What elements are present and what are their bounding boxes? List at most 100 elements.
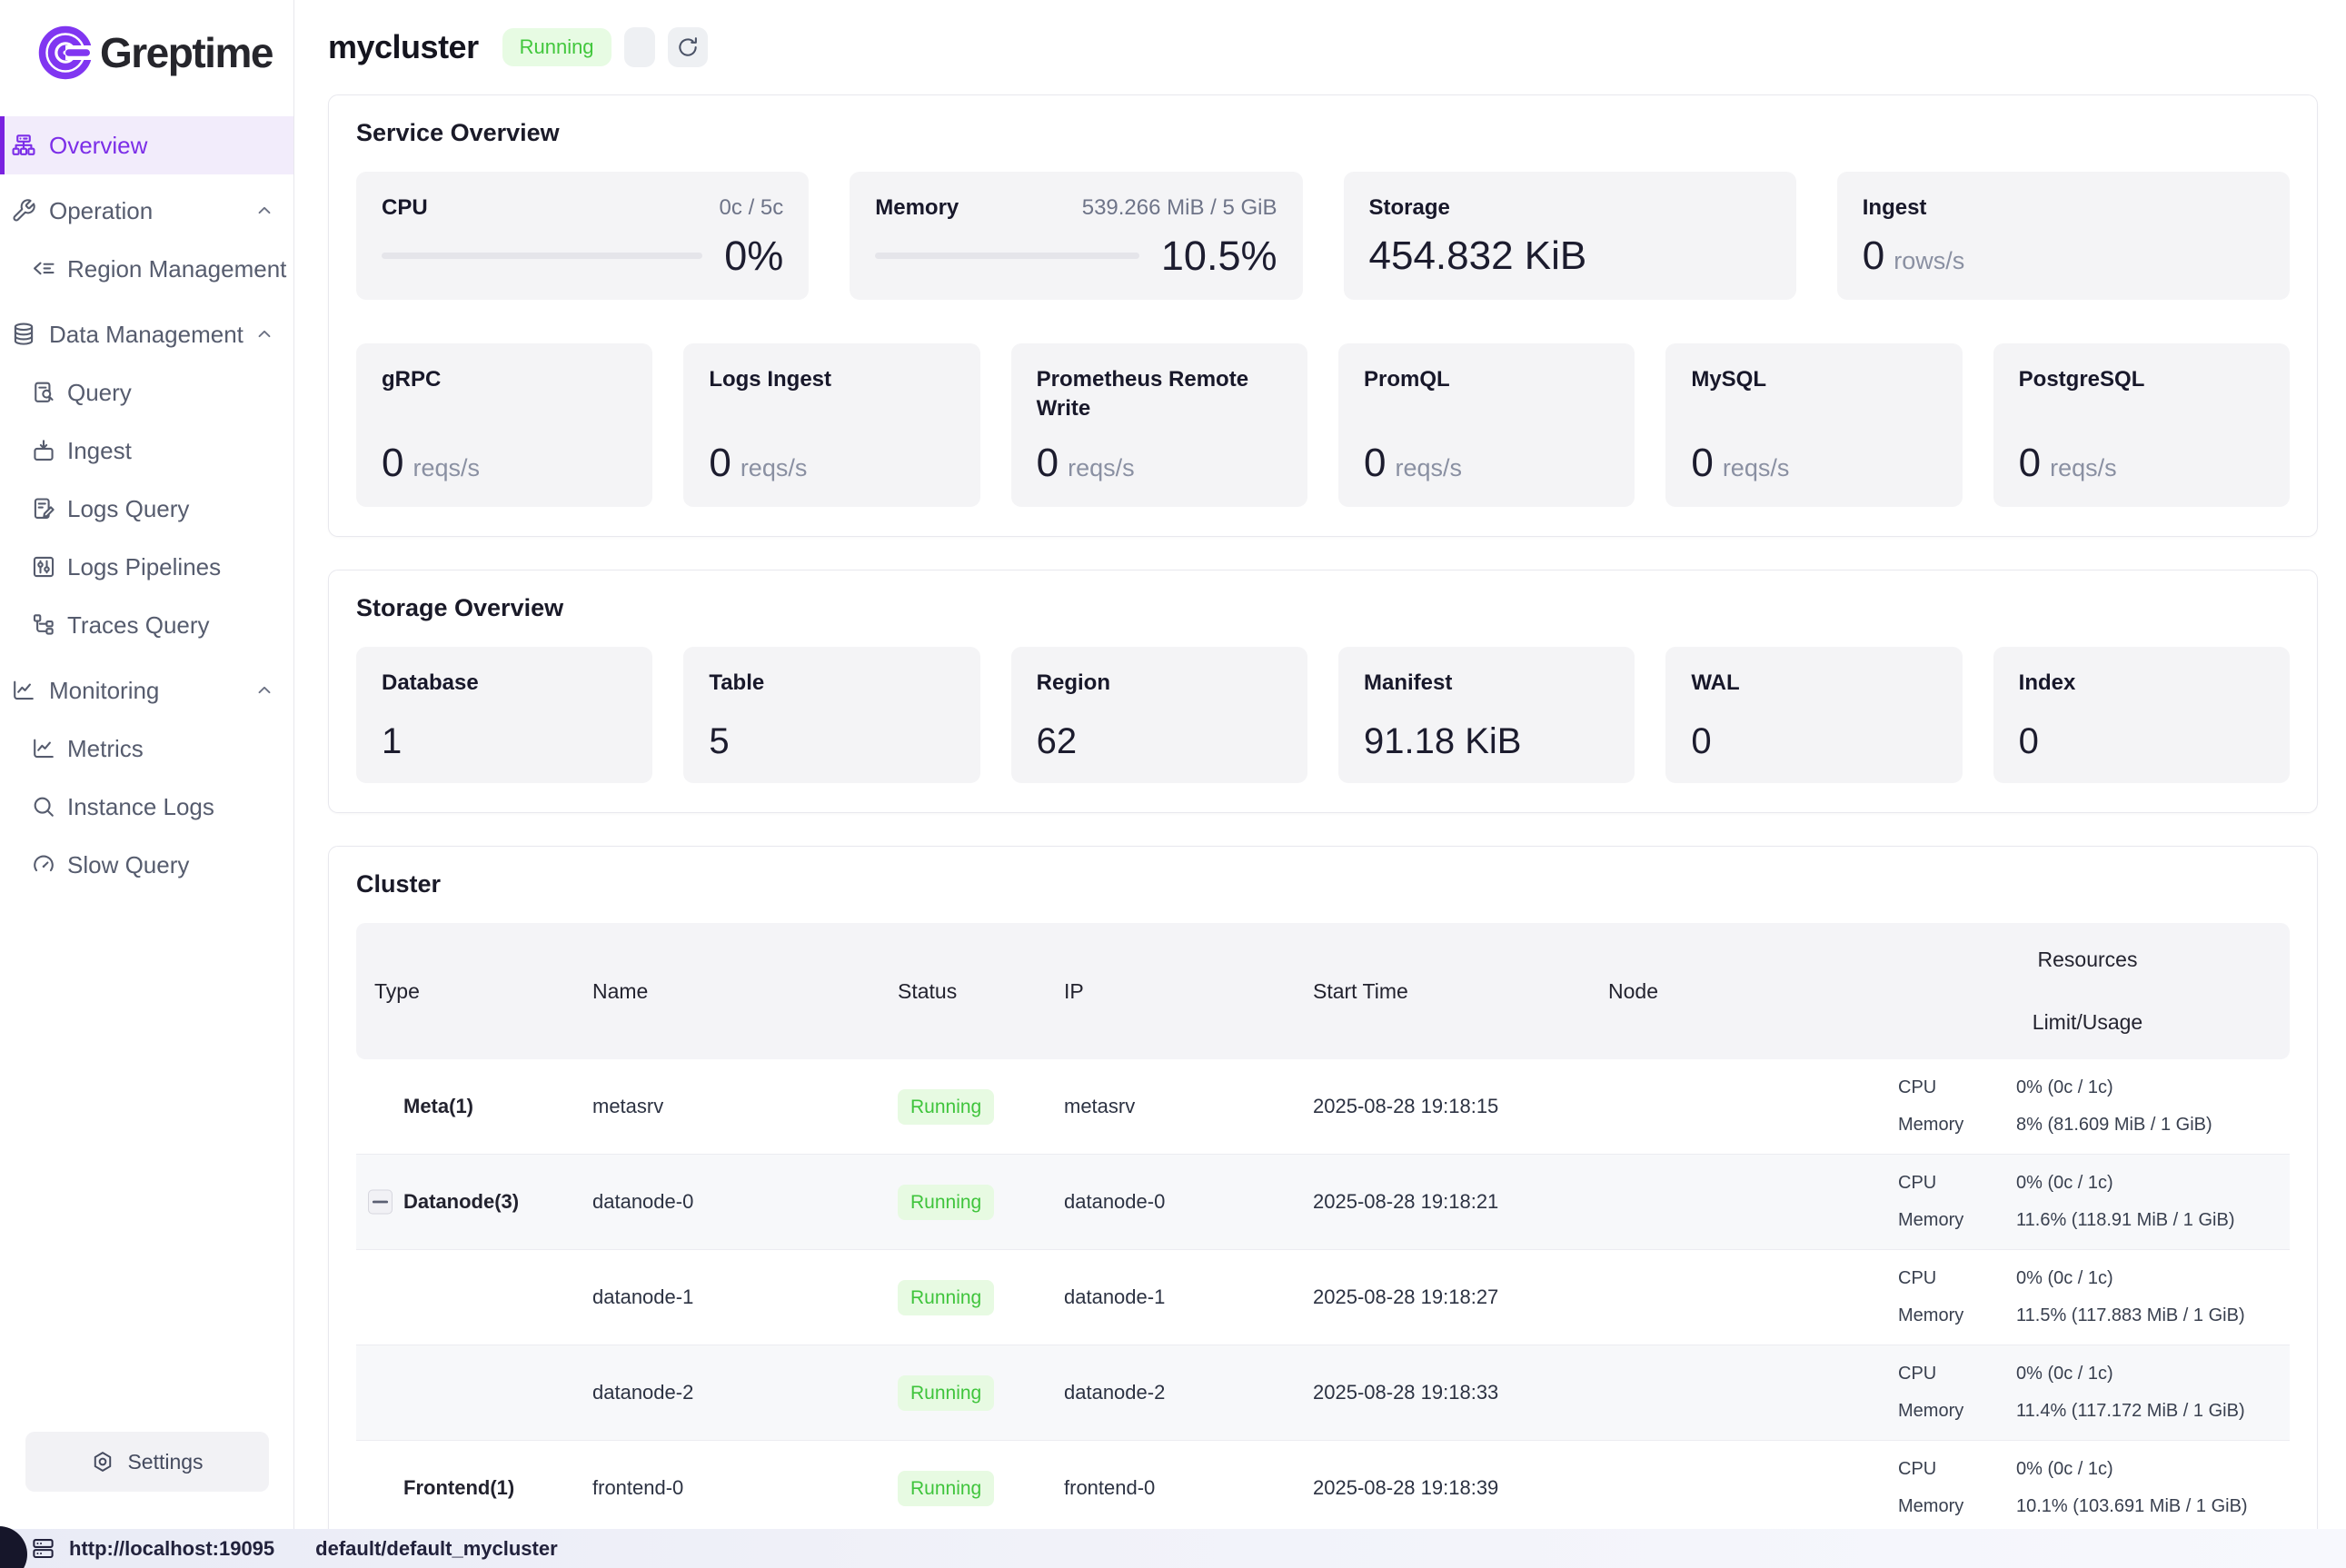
card-value: 5 [709, 723, 954, 759]
cpu-resource-value: 0% (0c / 1c) [2016, 1459, 2275, 1480]
table-card: Table 5 [683, 647, 979, 783]
sidebar-item-monitoring[interactable]: Monitoring [0, 661, 293, 719]
card-label: Region [1037, 669, 1282, 698]
protocol-unit: reqs/s [2050, 454, 2117, 482]
cell-ip: metasrv [1046, 1059, 1295, 1154]
collapse-group-button[interactable] [368, 1190, 393, 1215]
grpc-card: gRPC 0reqs/s [356, 343, 652, 507]
cpu-percent: 0% [724, 235, 783, 276]
current-database: default/default_mycluster [315, 1537, 558, 1561]
card-value: 91.18 KiB [1364, 723, 1609, 759]
table-row-datanode-1: datanode-1 Running datanode-1 2025-08-28… [356, 1250, 2290, 1345]
protocol-label: Prometheus Remote Write [1037, 365, 1282, 424]
refresh-button[interactable] [668, 27, 708, 67]
cell-type: Datanode(3) [356, 1155, 574, 1249]
chevron-up-icon [253, 680, 275, 701]
limit-usage-header-label: Limit/Usage [2033, 1010, 2142, 1035]
sidebar-item-label: Overview [49, 132, 147, 160]
card-label: Database [382, 669, 627, 698]
cell-resources: CPU0% (0c / 1c) Memory11.5% (117.883 MiB… [1885, 1250, 2290, 1345]
postgresql-card: PostgreSQL 0reqs/s [1993, 343, 2290, 507]
sidebar-item-label: Data Management [49, 321, 244, 349]
sidebar-item-logs-pipelines[interactable]: Logs Pipelines [0, 538, 293, 596]
protocol-value: 0 [1037, 443, 1059, 483]
status-bar: http://localhost:19095 default/default_m… [0, 1529, 2346, 1568]
section-title: Service Overview [356, 119, 2290, 147]
memory-card: Memory 539.266 MiB / 5 GiB 10.5% [850, 172, 1302, 300]
cpu-progress-track [382, 253, 702, 259]
sidebar: Greptime Overview Operation Region Manag… [0, 0, 294, 1529]
memory-resource-label: Memory [1898, 1210, 2016, 1231]
protocol-value: 0 [709, 443, 731, 483]
connection-url: http://localhost:19095 [69, 1537, 274, 1561]
protocol-unit: reqs/s [741, 454, 808, 482]
cell-ip: datanode-2 [1046, 1345, 1295, 1440]
table-row-datanode-0: Datanode(3) datanode-0 Running datanode-… [356, 1155, 2290, 1250]
section-title: Storage Overview [356, 594, 2290, 622]
sidebar-item-region-management[interactable]: Region Management [0, 240, 293, 298]
tree-icon [31, 612, 56, 638]
memory-resource-value: 11.4% (117.172 MiB / 1 GiB) [2016, 1401, 2275, 1422]
protocol-unit: reqs/s [413, 454, 480, 482]
table-row-frontend-0: Frontend(1) frontend-0 Running frontend-… [356, 1441, 2290, 1536]
memory-resource-value: 11.6% (118.91 MiB / 1 GiB) [2016, 1210, 2275, 1231]
cell-ip: datanode-0 [1046, 1155, 1295, 1249]
mysql-card: MySQL 0reqs/s [1665, 343, 1962, 507]
memory-resource-value: 10.1% (103.691 MiB / 1 GiB) [2016, 1496, 2275, 1517]
column-header-ip: IP [1046, 923, 1295, 1059]
cell-start-time: 2025-08-28 19:18:27 [1295, 1250, 1590, 1345]
logs-ingest-card: Logs Ingest 0reqs/s [683, 343, 979, 507]
memory-resource-value: 11.5% (117.883 MiB / 1 GiB) [2016, 1305, 2275, 1326]
resources-header-label: Resources [2038, 948, 2138, 972]
sidebar-item-metrics[interactable]: Metrics [0, 719, 293, 778]
memory-limit: 539.266 MiB / 5 GiB [1082, 195, 1277, 221]
sidebar-item-label: Logs Pipelines [67, 553, 221, 581]
cell-type [356, 1250, 574, 1345]
sidebar-item-ingest[interactable]: Ingest [0, 422, 293, 480]
cpu-resource-label: CPU [1898, 1364, 2016, 1384]
sidebar-item-traces-query[interactable]: Traces Query [0, 596, 293, 654]
column-header-type: Type [356, 923, 574, 1059]
cpu-resource-value: 0% (0c / 1c) [2016, 1077, 2275, 1098]
sidebar-item-slow-query[interactable]: Slow Query [0, 836, 293, 894]
sidebar-item-label: Monitoring [49, 677, 159, 705]
cell-name: datanode-0 [574, 1155, 880, 1249]
cell-node [1590, 1250, 1885, 1345]
card-value: 62 [1037, 723, 1282, 759]
sidebar-item-overview[interactable]: Overview [0, 116, 293, 174]
memory-resource-label: Memory [1898, 1401, 2016, 1422]
cpu-resource-value: 0% (0c / 1c) [2016, 1173, 2275, 1194]
ingest-value: 0 [1863, 236, 1884, 276]
sidebar-item-query[interactable]: Query [0, 363, 293, 422]
chevron-up-icon [253, 200, 275, 222]
cpu-resource-label: CPU [1898, 1077, 2016, 1098]
card-value: 0 [1691, 723, 1936, 759]
memory-resource-label: Memory [1898, 1305, 2016, 1326]
section-title: Cluster [356, 870, 2290, 898]
sidebar-item-label: Query [67, 379, 132, 407]
ingest-unit: rows/s [1894, 247, 1964, 275]
cluster-action-button[interactable] [624, 27, 655, 67]
cell-resources: CPU0% (0c / 1c) Memory10.1% (103.691 MiB… [1885, 1441, 2290, 1535]
memory-resource-label: Memory [1898, 1115, 2016, 1136]
prometheus-remote-write-card: Prometheus Remote Write 0reqs/s [1011, 343, 1307, 507]
memory-resource-value: 8% (81.609 MiB / 1 GiB) [2016, 1115, 2275, 1136]
cpu-card: CPU 0c / 5c 0% [356, 172, 809, 300]
protocol-label: MySQL [1691, 365, 1936, 394]
index-card: Index 0 [1993, 647, 2290, 783]
sidebar-item-logs-query[interactable]: Logs Query [0, 480, 293, 538]
cpu-resource-value: 0% (0c / 1c) [2016, 1268, 2275, 1289]
settings-button[interactable]: Settings [25, 1432, 269, 1492]
cell-node [1590, 1345, 1885, 1440]
cell-start-time: 2025-08-28 19:18:15 [1295, 1059, 1590, 1154]
cell-type-label: Datanode(3) [403, 1190, 519, 1214]
protocol-label: PromQL [1364, 365, 1609, 394]
sidebar-item-operation[interactable]: Operation [0, 182, 293, 240]
search-icon [31, 794, 56, 819]
protocol-unit: reqs/s [1395, 454, 1462, 482]
greptime-logo: Greptime [0, 0, 293, 89]
sidebar-item-instance-logs[interactable]: Instance Logs [0, 778, 293, 836]
settings-label: Settings [127, 1450, 203, 1474]
line-chart-icon [31, 736, 56, 761]
sidebar-item-data-management[interactable]: Data Management [0, 305, 293, 363]
